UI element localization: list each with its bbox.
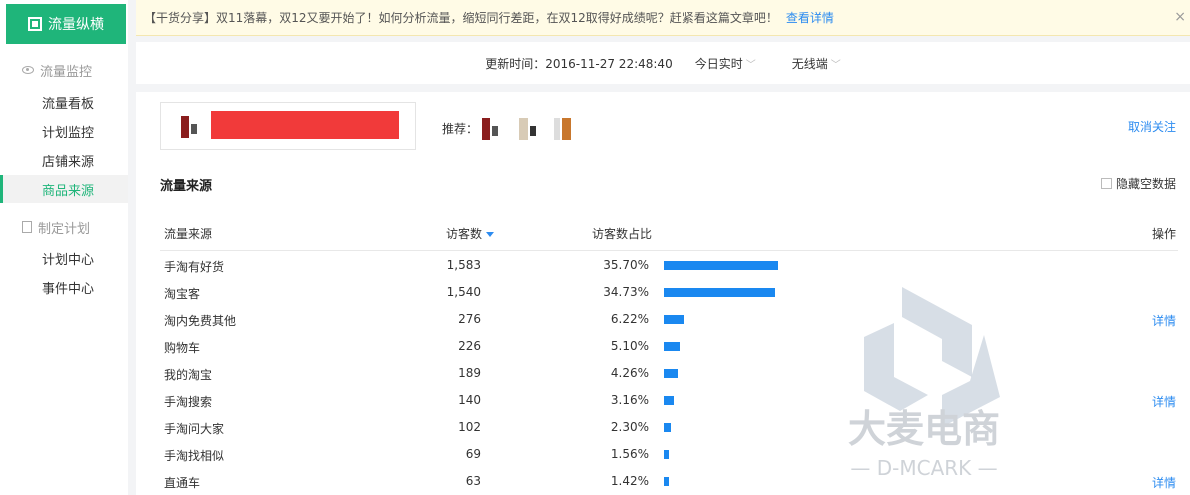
banner-text: 【干货分享】双11落幕，双12又要开始了！如何分析流量，缩短同行差距，在双12取… bbox=[144, 11, 778, 25]
watermark-en: — D-MCARK — bbox=[850, 456, 997, 480]
hide-empty-label: 隐藏空数据 bbox=[1115, 177, 1176, 191]
recommended-thumbnail-2[interactable] bbox=[513, 114, 543, 144]
row-visitors: 140 bbox=[458, 393, 481, 407]
row-detail-link[interactable]: 详情 bbox=[1152, 393, 1176, 410]
recommended-thumbnail-1[interactable] bbox=[476, 114, 506, 144]
chevron-down-icon: ﹀ bbox=[830, 59, 841, 71]
col-header-visitors[interactable]: 访客数 bbox=[446, 225, 495, 242]
row-visitors: 1,583 bbox=[446, 258, 481, 272]
row-share: 2.30% bbox=[610, 420, 649, 434]
period-label: 今日实时 bbox=[694, 56, 743, 71]
table-row: 直通车 63 1.42% 详情 bbox=[136, 468, 1190, 495]
sidebar: 流量纵横 流量监控 流量看板 计划监控 店铺来源 商品来源 制定计划 计划中心 … bbox=[0, 0, 128, 495]
row-visitors: 1,540 bbox=[446, 285, 481, 299]
row-share: 6.22% bbox=[610, 312, 649, 326]
row-share-bar bbox=[664, 342, 680, 351]
col-header-action: 操作 bbox=[1151, 227, 1176, 241]
nav-group-plan: 制定计划 bbox=[22, 216, 90, 238]
row-share-bar bbox=[664, 450, 669, 459]
section-title: 流量来源 bbox=[160, 179, 213, 194]
watermark-logo: 大麦电商 — D-MCARK — bbox=[848, 287, 1000, 480]
row-visitors: 63 bbox=[465, 474, 481, 488]
row-source: 我的淘宝 bbox=[164, 368, 213, 382]
banner-detail-link[interactable]: 查看详情 bbox=[786, 9, 834, 26]
table-row: 淘宝客 1,540 34.73% bbox=[136, 279, 1190, 306]
row-share: 1.42% bbox=[610, 474, 649, 488]
col-header-source: 流量来源 bbox=[164, 227, 213, 241]
unfollow-link[interactable]: 取消关注 bbox=[1128, 118, 1176, 135]
main-panel: 推荐： 取消关注 流量来源 隐藏空数据 流量来源 访客数 访客数占比 操作 手淘… bbox=[136, 92, 1190, 495]
row-source: 手淘搜索 bbox=[164, 395, 213, 409]
grid-icon bbox=[28, 17, 42, 31]
nav-group-label: 流量监控 bbox=[40, 64, 93, 80]
sidebar-item-event-center[interactable]: 事件中心 bbox=[0, 273, 128, 301]
row-visitors: 276 bbox=[458, 312, 481, 326]
row-share-bar bbox=[664, 396, 674, 405]
sidebar-item-product-source[interactable]: 商品来源 bbox=[0, 175, 128, 203]
sidebar-item-dashboard[interactable]: 流量看板 bbox=[0, 88, 128, 116]
row-source: 手淘问大家 bbox=[164, 422, 225, 436]
row-visitors: 189 bbox=[458, 366, 481, 380]
table-row: 购物车 226 5.10% bbox=[136, 333, 1190, 360]
row-share: 1.56% bbox=[610, 447, 649, 461]
sidebar-item-plan-center[interactable]: 计划中心 bbox=[0, 244, 128, 272]
row-source: 淘宝客 bbox=[164, 287, 201, 301]
table-row: 手淘找相似 69 1.56% bbox=[136, 441, 1190, 468]
table-row: 淘内免费其他 276 6.22% 详情 bbox=[136, 306, 1190, 333]
row-detail-link[interactable]: 详情 bbox=[1152, 312, 1176, 329]
app-title: 流量纵横 bbox=[48, 17, 104, 33]
nav-group-label: 制定计划 bbox=[38, 221, 91, 237]
period-select[interactable]: 今日实时 ﹀ bbox=[695, 55, 756, 72]
update-time: 更新时间：2016-11-27 22:48:40 bbox=[485, 56, 673, 71]
row-share: 34.73% bbox=[603, 285, 649, 299]
row-share-bar bbox=[664, 261, 778, 270]
col-header-share: 访客数占比 bbox=[592, 227, 653, 241]
divider bbox=[160, 250, 1178, 251]
redacted-title bbox=[211, 111, 399, 139]
app-logo[interactable]: 流量纵横 bbox=[6, 4, 126, 44]
item-card[interactable] bbox=[160, 102, 416, 150]
row-detail-link[interactable]: 详情 bbox=[1152, 474, 1176, 491]
close-icon[interactable]: × bbox=[1174, 9, 1186, 25]
watermark-cn: 大麦电商 bbox=[848, 407, 1000, 451]
nav-group-monitor: 流量监控 bbox=[22, 59, 92, 81]
device-label: 无线端 bbox=[791, 56, 828, 71]
eye-icon bbox=[22, 66, 34, 74]
announcement-banner: 【干货分享】双11落幕，双12又要开始了！如何分析流量，缩短同行差距，在双12取… bbox=[136, 0, 1190, 36]
row-visitors: 69 bbox=[465, 447, 481, 461]
checkbox-icon[interactable] bbox=[1100, 178, 1112, 189]
row-visitors: 102 bbox=[458, 420, 481, 434]
row-source: 购物车 bbox=[164, 341, 201, 355]
row-share-bar bbox=[664, 423, 671, 432]
row-share-bar bbox=[664, 369, 678, 378]
hide-empty-checkbox[interactable]: 隐藏空数据 bbox=[1100, 175, 1176, 192]
row-share-bar bbox=[664, 477, 669, 486]
recommend-label: 推荐： bbox=[442, 122, 479, 136]
row-share-bar bbox=[664, 288, 775, 297]
table-row: 我的淘宝 189 4.26% bbox=[136, 360, 1190, 387]
row-source: 手淘找相似 bbox=[164, 449, 225, 463]
sidebar-item-shop-source[interactable]: 店铺来源 bbox=[0, 146, 128, 174]
product-thumbnail bbox=[181, 116, 197, 138]
row-share: 3.16% bbox=[610, 393, 649, 407]
update-bar: 更新时间：2016-11-27 22:48:40 今日实时 ﹀ 无线端 ﹀ bbox=[136, 42, 1190, 84]
chevron-down-icon: ﹀ bbox=[745, 59, 756, 71]
row-source: 直通车 bbox=[164, 476, 201, 490]
sidebar-item-plan-monitor[interactable]: 计划监控 bbox=[0, 117, 128, 145]
recommended-thumbnail-3[interactable] bbox=[550, 114, 580, 144]
sort-desc-icon[interactable] bbox=[486, 232, 495, 237]
row-source: 手淘有好货 bbox=[164, 260, 225, 274]
row-share: 5.10% bbox=[610, 339, 649, 353]
device-select[interactable]: 无线端 ﹀ bbox=[792, 55, 841, 72]
col-header-visitors-label: 访客数 bbox=[446, 227, 483, 241]
row-source: 淘内免费其他 bbox=[164, 314, 237, 328]
table-row: 手淘问大家 102 2.30% bbox=[136, 414, 1190, 441]
table-row: 手淘有好货 1,583 35.70% bbox=[136, 252, 1190, 279]
table-row: 手淘搜索 140 3.16% 详情 bbox=[136, 387, 1190, 414]
row-visitors: 226 bbox=[458, 339, 481, 353]
row-share: 35.70% bbox=[603, 258, 649, 272]
document-icon bbox=[22, 221, 32, 233]
row-share-bar bbox=[664, 315, 684, 324]
row-share: 4.26% bbox=[610, 366, 649, 380]
